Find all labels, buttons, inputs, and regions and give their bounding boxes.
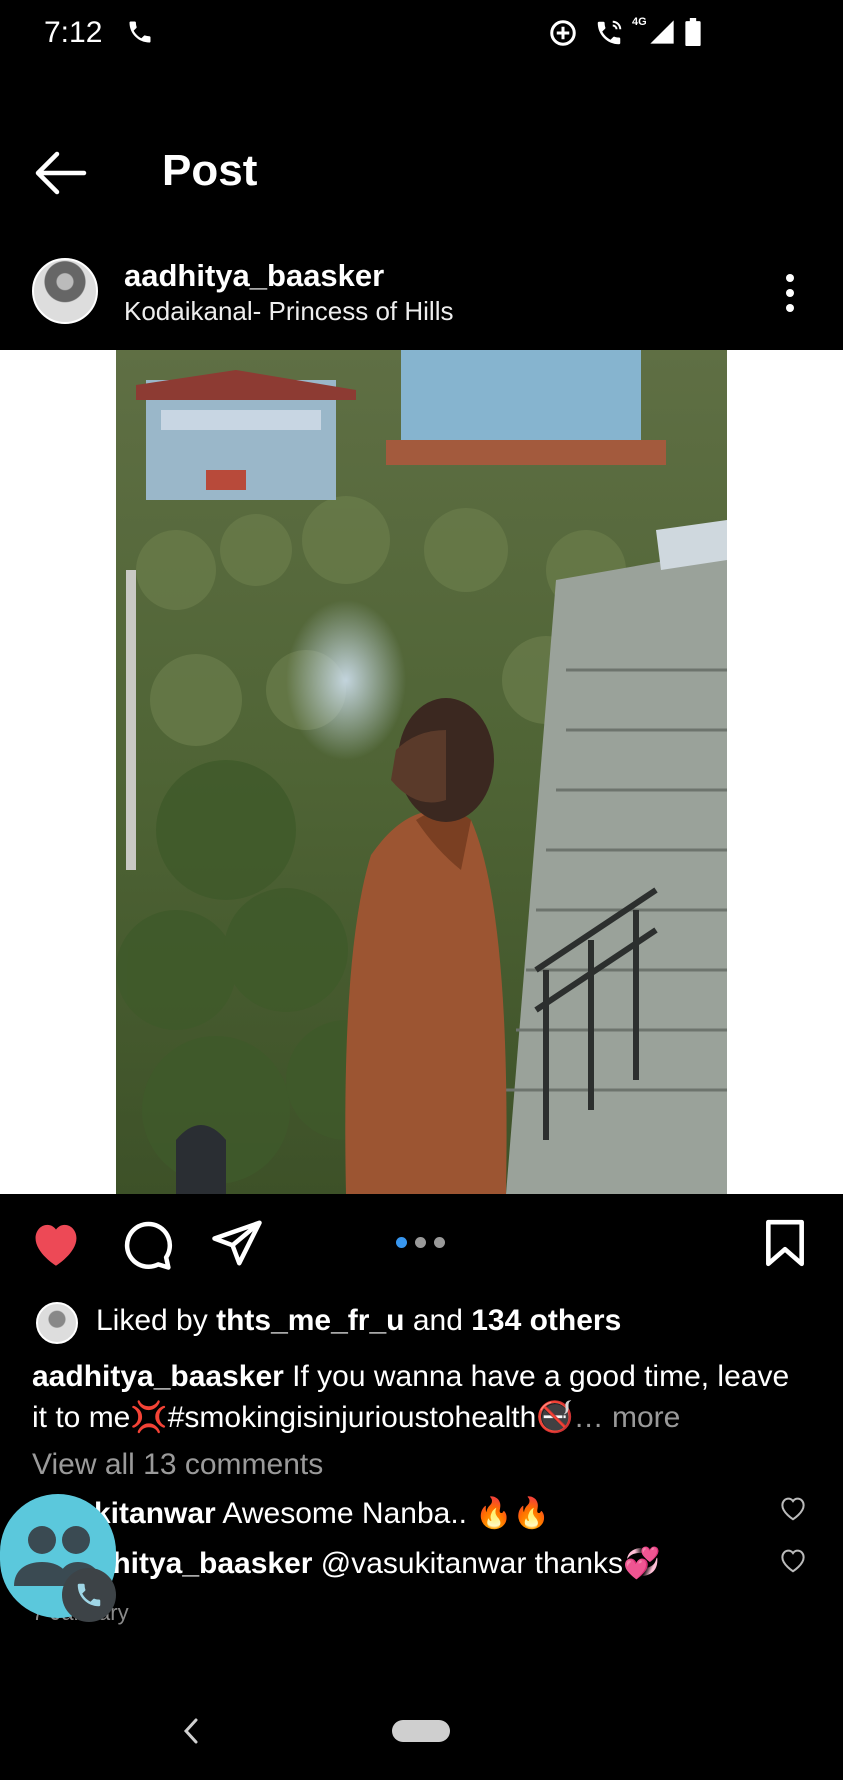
comment-icon <box>124 1221 173 1270</box>
nav-home-pill[interactable] <box>392 1720 450 1742</box>
bookmark-icon <box>766 1219 804 1267</box>
comment-row: kitanwar Awesome Nanba.. 🔥🔥 <box>94 1496 550 1531</box>
page-title: Post <box>162 146 258 195</box>
likes-others[interactable]: 134 others <box>471 1304 621 1337</box>
send-icon <box>212 1220 262 1266</box>
caption-more-link[interactable]: … more <box>574 1401 681 1434</box>
comment-text: @vasukitanwar thanks💞 <box>312 1547 661 1580</box>
like-button[interactable] <box>28 1218 88 1272</box>
phone-call-icon <box>126 18 154 51</box>
heart-filled-icon <box>35 1224 77 1266</box>
back-button[interactable] <box>30 148 94 198</box>
carousel-dot <box>434 1237 445 1248</box>
comment-row: dhitya_baasker @vasukitanwar thanks💞 <box>94 1546 660 1581</box>
heart-outline-icon <box>781 1549 805 1573</box>
comment-text: Awesome Nanba.. 🔥🔥 <box>215 1497 551 1530</box>
status-time: 7:12 <box>44 16 103 49</box>
back-arrow-icon <box>35 151 87 195</box>
phone-icon <box>77 1583 101 1607</box>
likes-middle: and <box>404 1304 472 1337</box>
save-button[interactable] <box>762 1218 822 1272</box>
liker-avatar[interactable] <box>36 1302 78 1344</box>
view-all-comments-link[interactable]: View all 13 comments <box>32 1448 323 1482</box>
wifi-calling-icon <box>594 18 624 53</box>
call-badge[interactable] <box>62 1568 116 1622</box>
signal-icon <box>648 18 676 51</box>
data-saver-icon <box>548 18 578 53</box>
likes-summary[interactable]: Liked by thts_me_fr_u and 134 others <box>96 1304 621 1338</box>
carousel-dot <box>396 1237 407 1248</box>
carousel-indicator <box>396 1236 448 1250</box>
post-photo[interactable] <box>116 350 727 1194</box>
caption: aadhitya_baasker If you wanna have a goo… <box>32 1356 812 1438</box>
network-type-label: 4G <box>632 16 647 28</box>
avatar[interactable] <box>32 258 98 324</box>
more-dot-icon <box>786 304 794 312</box>
more-dot-icon <box>786 274 794 282</box>
chevron-left-icon <box>183 1718 198 1744</box>
post-location[interactable]: Kodaikanal- Princess of Hills <box>124 296 453 327</box>
post-username[interactable]: aadhitya_baasker <box>124 258 384 294</box>
liker-username[interactable]: thts_me_fr_u <box>216 1304 404 1337</box>
likes-prefix: Liked by <box>96 1304 217 1337</box>
heart-outline-icon <box>781 1497 805 1521</box>
share-button[interactable] <box>210 1218 270 1272</box>
more-options-button[interactable] <box>772 270 808 316</box>
comment-username[interactable]: kitanwar <box>94 1497 216 1530</box>
carousel-dot <box>415 1237 426 1248</box>
comment-button[interactable] <box>120 1218 180 1272</box>
caption-username[interactable]: aadhitya_baasker <box>32 1360 284 1393</box>
more-dot-icon <box>786 289 794 297</box>
comment-username[interactable]: dhitya_baasker <box>94 1547 312 1580</box>
nav-back-button[interactable] <box>180 1716 202 1746</box>
comment-like-button[interactable] <box>778 1546 810 1576</box>
comment-like-button[interactable] <box>778 1494 810 1524</box>
battery-icon <box>684 18 702 51</box>
